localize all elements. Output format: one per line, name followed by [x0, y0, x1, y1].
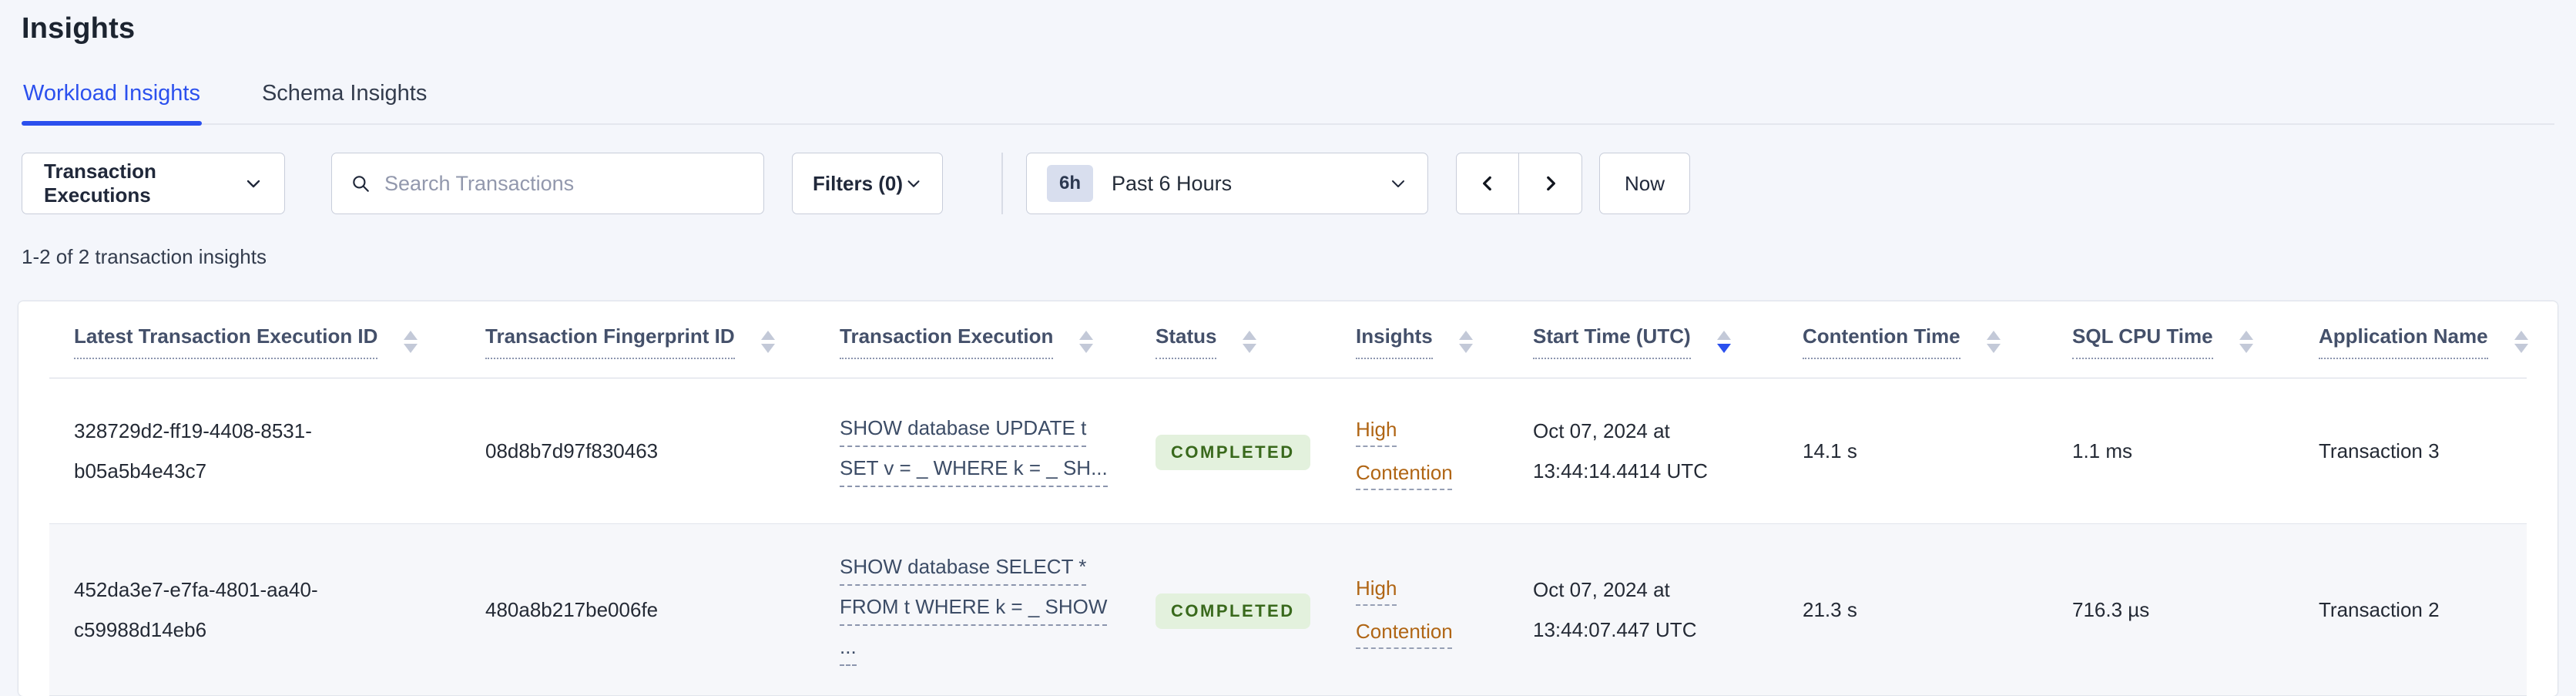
- column-header-transaction-fingerprint-id[interactable]: Transaction Fingerprint ID: [485, 324, 735, 359]
- results-count: 1-2 of 2 transaction insights: [22, 245, 267, 268]
- latest-transaction-execution-id: 452da3e7-e7fa-4801-aa40-c59988d14eb6: [74, 578, 318, 641]
- toolbar: Transaction Executions Filters (0) 6h Pa…: [22, 153, 2554, 214]
- column-header-insights[interactable]: Insights: [1356, 324, 1433, 359]
- transaction-fingerprint-id: 08d8b7d97f830463: [485, 439, 659, 462]
- start-time: Oct 07, 2024 at 13:44:07.447 UTC: [1533, 578, 1697, 641]
- column-header-sql-cpu-time[interactable]: SQL CPU Time: [2072, 324, 2213, 359]
- toolbar-divider: [1001, 153, 1003, 214]
- time-range-badge: 6h: [1047, 165, 1094, 202]
- page-title: Insights: [22, 12, 136, 45]
- sort-icon[interactable]: [2239, 331, 2253, 353]
- chevron-down-icon: [244, 174, 263, 193]
- status-badge: COMPLETED: [1156, 435, 1310, 470]
- column-header-status[interactable]: Status: [1156, 324, 1217, 359]
- sort-icon[interactable]: [1079, 331, 1094, 353]
- insight-link-high-contention[interactable]: High Contention: [1356, 408, 1479, 494]
- execution-type-label: Transaction Executions: [44, 160, 156, 207]
- chevron-right-icon: [1541, 172, 1561, 195]
- sql-cpu-time: 716.3 µs: [2072, 598, 2150, 621]
- time-range-arrows: [1456, 153, 1582, 214]
- sort-icon-active-desc[interactable]: [1716, 331, 1731, 353]
- table-row: 452da3e7-e7fa-4801-aa40-c59988d14eb6 480…: [49, 523, 2527, 696]
- insight-link-high-contention[interactable]: High Contention: [1356, 567, 1479, 653]
- insights-table-card: Latest Transaction Execution ID Transact…: [18, 301, 2558, 696]
- contention-time: 21.3 s: [1803, 598, 1857, 621]
- now-button[interactable]: Now: [1599, 153, 1690, 214]
- chevron-left-icon: [1478, 172, 1498, 195]
- search-icon: [351, 173, 371, 193]
- application-name: Transaction 3: [2319, 439, 2440, 462]
- chevron-down-icon: [905, 175, 922, 192]
- status-badge: COMPLETED: [1156, 593, 1310, 629]
- column-header-start-time[interactable]: Start Time (UTC): [1533, 324, 1691, 359]
- column-header-application-name[interactable]: Application Name: [2319, 324, 2488, 359]
- time-range-dropdown[interactable]: 6h Past 6 Hours: [1026, 153, 1428, 214]
- sort-icon[interactable]: [1243, 331, 1257, 353]
- transaction-execution-link[interactable]: SHOW database SELECT * FROM t WHERE k = …: [840, 553, 1108, 666]
- search-input[interactable]: [384, 171, 745, 196]
- transaction-insights-table: Latest Transaction Execution ID Transact…: [49, 301, 2528, 696]
- sort-icon[interactable]: [760, 331, 775, 353]
- chevron-down-icon: [1389, 174, 1407, 193]
- column-header-transaction-execution[interactable]: Transaction Execution: [840, 324, 1054, 359]
- column-header-latest-transaction-execution-id[interactable]: Latest Transaction Execution ID: [74, 324, 378, 359]
- sort-icon[interactable]: [2514, 331, 2528, 353]
- table-header-row: Latest Transaction Execution ID Transact…: [49, 301, 2528, 378]
- search-box: [331, 153, 764, 214]
- tab-workload-insights[interactable]: Workload Insights: [22, 76, 202, 126]
- filters-label: Filters (0): [813, 171, 904, 195]
- sort-icon[interactable]: [1986, 331, 2001, 353]
- application-name: Transaction 2: [2319, 598, 2440, 621]
- insights-tabs: Workload Insights Schema Insights: [22, 76, 2554, 126]
- now-label: Now: [1624, 171, 1665, 195]
- sort-icon[interactable]: [1458, 331, 1473, 353]
- next-time-range-button[interactable]: [1519, 153, 1582, 214]
- sql-cpu-time: 1.1 ms: [2072, 439, 2133, 462]
- previous-time-range-button[interactable]: [1456, 153, 1519, 214]
- tab-schema-insights[interactable]: Schema Insights: [260, 76, 428, 123]
- transaction-fingerprint-id: 480a8b217be006fe: [485, 598, 659, 621]
- execution-type-dropdown[interactable]: Transaction Executions: [22, 153, 285, 214]
- table-row: 328729d2-ff19-4408-8531-b05a5b4e43c7 08d…: [49, 378, 2527, 524]
- sort-icon[interactable]: [404, 331, 418, 353]
- time-range-label: Past 6 Hours: [1112, 171, 1233, 195]
- latest-transaction-execution-id: 328729d2-ff19-4408-8531-b05a5b4e43c7: [74, 419, 312, 482]
- transaction-execution-link[interactable]: SHOW database UPDATE t SET v = _ WHERE k…: [840, 415, 1108, 487]
- start-time: Oct 07, 2024 at 13:44:14.4414 UTC: [1533, 419, 1708, 482]
- column-header-contention-time[interactable]: Contention Time: [1803, 324, 1961, 359]
- filters-button[interactable]: Filters (0): [792, 153, 943, 214]
- contention-time: 14.1 s: [1803, 439, 1857, 462]
